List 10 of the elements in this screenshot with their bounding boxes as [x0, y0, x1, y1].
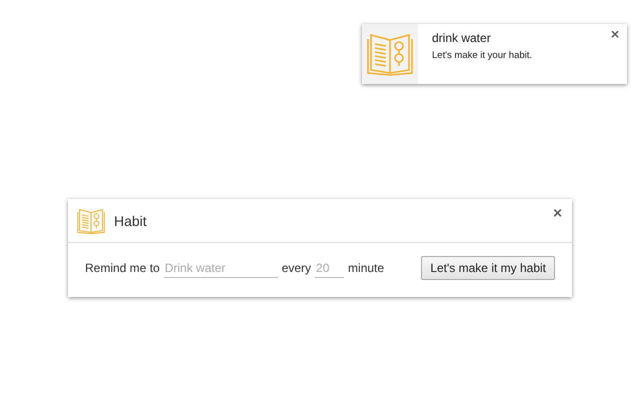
unit-label: minute — [348, 261, 384, 275]
close-button[interactable]: × — [552, 207, 563, 220]
close-button[interactable]: × — [610, 28, 620, 40]
book-icon — [365, 31, 415, 77]
field-label: every — [282, 261, 312, 275]
notification-message: Let's make it your habit. — [432, 50, 532, 61]
submit-button[interactable]: Let's make it my habit — [421, 256, 555, 280]
field-label: Remind me to — [85, 261, 160, 275]
notification-title: drink water — [432, 31, 492, 45]
dialog-title: Habit — [114, 212, 147, 228]
